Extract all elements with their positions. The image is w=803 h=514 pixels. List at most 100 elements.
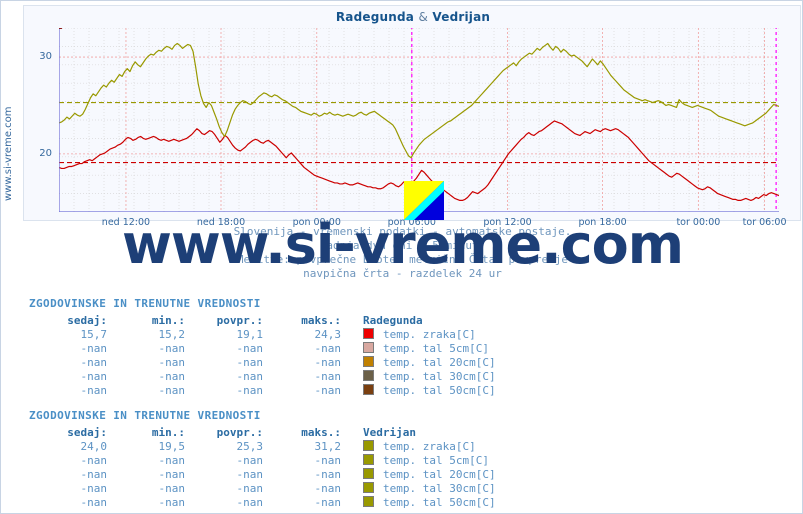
station-values-table: sedaj: min.: povpr.: maks.: Vedrijan 24,0 19,5… [29,425,496,509]
chart-title-station-1: Radegunda [335,10,415,24]
y-axis-tick-label: 20 [39,147,52,159]
page-root: www.si-vreme.com Radegunda & Vedrijan 20… [0,0,803,514]
value-cell: 24,3 [314,327,342,341]
table-row: -nan -nan -nan -nan temp. tal 5cm[C] [29,341,496,355]
station-values-table: sedaj: min.: povpr.: maks.: Radegunda 15,7 15,… [29,313,496,397]
table-row: -nan -nan -nan -nan temp. tal 5cm[C] [29,453,496,467]
series-label: temp. tal 30cm[C] [383,481,496,495]
swatch-icon [363,383,374,395]
table-header-row: sedaj: min.: povpr.: maks.: Radegunda [29,313,496,327]
table-row: -nan -nan -nan -nan temp. tal 20cm[C] [29,355,496,369]
column-header: povpr.: [216,425,263,439]
table-row: -nan -nan -nan -nan temp. tal 30cm[C] [29,481,496,495]
series-color-swatch [363,369,383,383]
series-label: temp. zraka[C] [383,327,476,341]
series-color-swatch [363,341,383,355]
station-name: Vedrijan [363,425,416,439]
value-cell: 25,3 [236,439,264,453]
swatch-icon [363,327,374,339]
column-header: min.: [151,425,185,439]
value-cell: 19,1 [236,327,264,341]
value-cell: -nan [314,495,342,509]
value-cell: -nan [314,467,342,481]
side-watermark-url: www.si-vreme.com [3,106,14,201]
row-spacer [341,355,363,369]
swatch-icon [363,495,374,507]
swatch-icon [363,341,374,353]
values-table-radegunda: ZGODOVINSKE IN TRENUTNE VREDNOSTI sedaj: m… [29,297,789,397]
caption-line-1: Slovenija - vremenski podatki - avtomats… [233,225,572,238]
value-cell: -nan [158,481,186,495]
row-spacer [341,467,363,481]
series-color-swatch [363,327,383,341]
table-header-row: sedaj: min.: povpr.: maks.: Vedrijan [29,425,496,439]
series-color-swatch [363,495,383,509]
series-label: temp. tal 20cm[C] [383,467,496,481]
swatch-icon [363,453,374,465]
value-cell: 31,2 [314,439,342,453]
value-cell: -nan [314,481,342,495]
table-row: 24,0 19,5 25,3 31,2 temp. zraka[C] [29,439,496,453]
value-cell: -nan [314,453,342,467]
header-spacer [341,425,363,439]
value-cell: -nan [80,467,108,481]
chart-panel: Radegunda & Vedrijan 20 30 ned 12:00 ned 1… [23,5,802,228]
value-cell: -nan [158,495,186,509]
series-label: temp. tal 30cm[C] [383,369,496,383]
station-name: Radegunda [363,313,423,327]
row-spacer [341,327,363,341]
column-header: sedaj: [67,313,107,327]
value-cell: -nan [314,341,342,355]
value-cell: -nan [80,383,108,397]
series-label: temp. zraka[C] [383,439,476,453]
table-row: -nan -nan -nan -nan temp. tal 50cm[C] [29,495,496,509]
column-header: sedaj: [67,425,107,439]
series-label: temp. tal 20cm[C] [383,355,496,369]
row-spacer [341,341,363,355]
value-cell: -nan [80,341,108,355]
y-axis-tick-label: 30 [39,51,52,63]
value-cell: -nan [314,355,342,369]
row-spacer [341,369,363,383]
value-cell: 19,5 [158,439,186,453]
value-cell: -nan [236,495,264,509]
table-row: 15,7 15,2 19,1 24,3 temp. zraka[C] [29,327,496,341]
value-cell: -nan [236,355,264,369]
column-header: maks.: [301,313,341,327]
swatch-icon [363,369,374,381]
series-color-swatch [363,467,383,481]
chart-title: Radegunda & Vedrijan [24,10,802,24]
header-spacer [341,313,363,327]
series-label: temp. tal 5cm[C] [383,341,489,355]
swatch-icon [363,481,374,493]
series-color-swatch [363,439,383,453]
row-spacer [341,439,363,453]
series-color-swatch [363,383,383,397]
values-table-vedrijan: ZGODOVINSKE IN TRENUTNE VREDNOSTI sedaj: m… [29,409,789,509]
value-cell: -nan [236,453,264,467]
swatch-icon [363,439,374,451]
column-header: maks.: [301,425,341,439]
chart-caption: Slovenija - vremenski podatki - avtomats… [1,225,803,281]
value-cell: -nan [158,467,186,481]
value-cell: -nan [158,355,186,369]
series-color-swatch [363,481,383,495]
caption-line-3: Meritve: povprečne Enote: metrične Črta:… [236,253,569,266]
value-cell: -nan [314,369,342,383]
value-cell: -nan [80,481,108,495]
value-cell: 15,7 [80,327,108,341]
series-label: temp. tal 50cm[C] [383,495,496,509]
table-row: -nan -nan -nan -nan temp. tal 30cm[C] [29,369,496,383]
value-cell: -nan [80,355,108,369]
series-label: temp. tal 50cm[C] [383,383,496,397]
value-cell: -nan [314,383,342,397]
value-cell: -nan [158,383,186,397]
column-header: povpr.: [216,313,263,327]
caption-line-2: zadnja dva dni / 5 minut. [319,239,486,252]
value-cell: -nan [158,369,186,383]
value-cell: -nan [236,369,264,383]
table-row: -nan -nan -nan -nan temp. tal 50cm[C] [29,383,496,397]
swatch-icon [363,355,374,367]
value-cell: -nan [236,467,264,481]
row-spacer [341,453,363,467]
